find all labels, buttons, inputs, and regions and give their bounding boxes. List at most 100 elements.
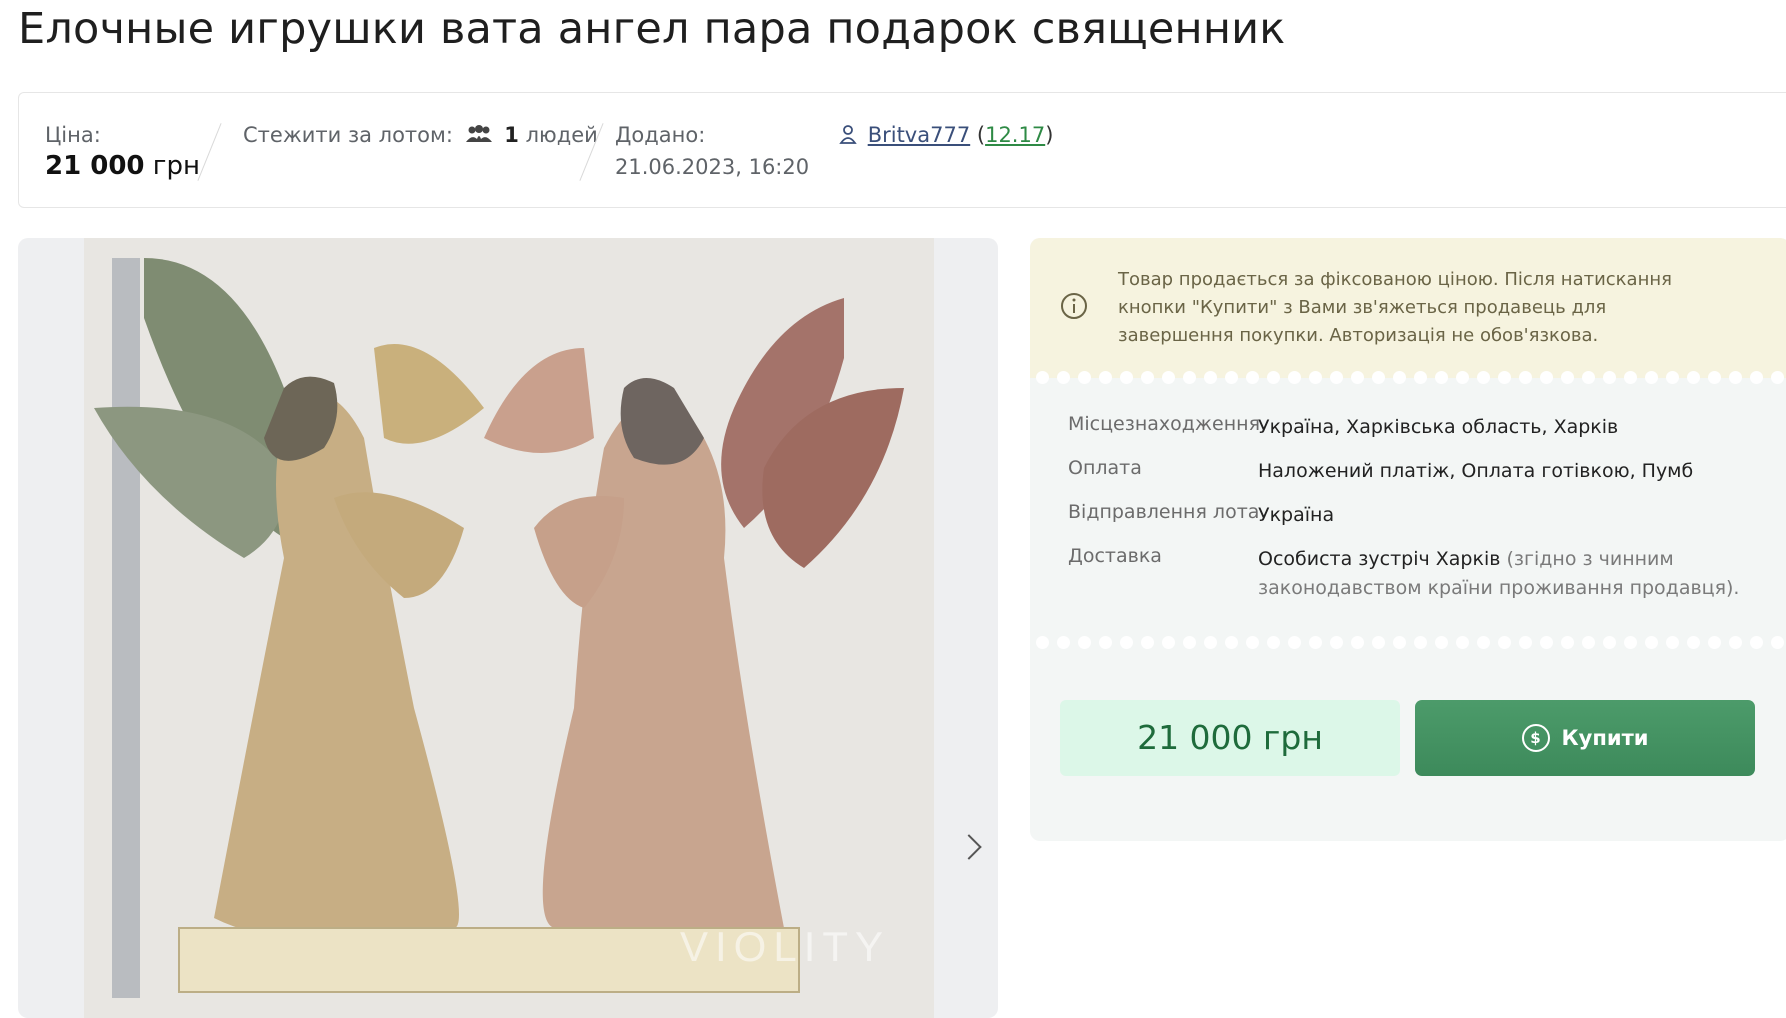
divider-dot bbox=[1498, 636, 1511, 649]
lot-details: Місцезнаходження Україна, Харківська обл… bbox=[1068, 413, 1768, 615]
person-icon bbox=[839, 124, 857, 149]
divider-dot bbox=[1162, 636, 1175, 649]
divider-dot bbox=[1687, 636, 1700, 649]
buy-button[interactable]: $ Купити bbox=[1415, 700, 1755, 776]
info-icon bbox=[1060, 292, 1088, 324]
divider-dot bbox=[1330, 371, 1343, 384]
divider-dot bbox=[1540, 636, 1553, 649]
divider-dot bbox=[1183, 371, 1196, 384]
divider-dot bbox=[1624, 371, 1637, 384]
divider-dot bbox=[1078, 636, 1091, 649]
detail-label: Доставка bbox=[1068, 545, 1162, 567]
watch-label: Стежити за лотом: bbox=[243, 123, 453, 147]
divider-dot bbox=[1393, 636, 1406, 649]
divider-dots bbox=[1030, 636, 1786, 650]
fixed-price-notice: Товар продається за фіксованою ціною. Пі… bbox=[1030, 238, 1786, 378]
divider-dot bbox=[1519, 636, 1532, 649]
divider-dot bbox=[1708, 371, 1721, 384]
divider-dot bbox=[1519, 371, 1532, 384]
divider-dot bbox=[1708, 636, 1721, 649]
watch-unit: людей bbox=[525, 123, 598, 147]
users-icon bbox=[464, 124, 494, 148]
divider-dot bbox=[1330, 636, 1343, 649]
seller-rating-link[interactable]: 12.17 bbox=[985, 123, 1045, 147]
divider-dot bbox=[1729, 371, 1742, 384]
divider-dot bbox=[1351, 371, 1364, 384]
detail-value: Наложений платіж, Оплата готівкою, Пумб bbox=[1258, 460, 1694, 482]
divider-dot bbox=[1750, 371, 1763, 384]
divider-dot bbox=[1540, 371, 1553, 384]
divider-dot bbox=[1771, 636, 1784, 649]
divider-dot bbox=[1246, 636, 1259, 649]
divider-dot bbox=[1288, 636, 1301, 649]
detail-label: Відправлення лота bbox=[1068, 501, 1260, 523]
divider-dot bbox=[1414, 371, 1427, 384]
divider-dot bbox=[1225, 636, 1238, 649]
divider-dot bbox=[1561, 371, 1574, 384]
divider-dot bbox=[1225, 371, 1238, 384]
divider-dot bbox=[1120, 636, 1133, 649]
divider-dot bbox=[1309, 636, 1322, 649]
divider-dot bbox=[1141, 636, 1154, 649]
divider-dot bbox=[1120, 371, 1133, 384]
divider-dot bbox=[1036, 636, 1049, 649]
seller-name-link[interactable]: Britva777 bbox=[868, 123, 971, 147]
detail-row-delivery: Доставка Особиста зустріч Харків (згідно… bbox=[1068, 545, 1768, 615]
divider-dot bbox=[1645, 371, 1658, 384]
seller-info: Britva777 (12.17) bbox=[839, 123, 1053, 149]
divider-dot bbox=[1771, 371, 1784, 384]
detail-value: Особиста зустріч Харків (згідно з чинним… bbox=[1258, 545, 1758, 603]
divider-dot bbox=[1204, 371, 1217, 384]
detail-label: Місцезнаходження bbox=[1068, 413, 1260, 435]
divider-dot bbox=[1057, 371, 1070, 384]
divider-dot bbox=[1729, 636, 1742, 649]
photo-gallery[interactable]: VIOLITY bbox=[18, 238, 998, 1018]
detail-row-payment: Оплата Наложений платіж, Оплата готівкою… bbox=[1068, 457, 1768, 501]
divider bbox=[197, 123, 222, 181]
added-date: 21.06.2023, 16:20 bbox=[615, 155, 810, 179]
divider-dot bbox=[1750, 636, 1763, 649]
divider-dot bbox=[1372, 636, 1385, 649]
detail-value: Україна, Харківська область, Харків bbox=[1258, 416, 1619, 438]
divider-dot bbox=[1267, 636, 1280, 649]
divider-dot bbox=[1645, 636, 1658, 649]
divider-dot bbox=[1603, 636, 1616, 649]
divider-dot bbox=[1561, 636, 1574, 649]
lot-photo[interactable]: VIOLITY bbox=[84, 238, 934, 1018]
divider-dot bbox=[1498, 371, 1511, 384]
divider-dot bbox=[1372, 371, 1385, 384]
divider-dot bbox=[1624, 636, 1637, 649]
dollar-coin-icon: $ bbox=[1521, 724, 1550, 752]
divider-dot bbox=[1393, 371, 1406, 384]
divider-dot bbox=[1036, 371, 1049, 384]
divider-dot bbox=[1582, 636, 1595, 649]
divider-dot bbox=[1099, 636, 1112, 649]
divider-dot bbox=[1666, 636, 1679, 649]
watch-lot[interactable]: Стежити за лотом: 1 людей bbox=[243, 123, 598, 148]
divider-dot bbox=[1435, 371, 1448, 384]
watch-count: 1 bbox=[504, 123, 519, 147]
divider-dot bbox=[1267, 371, 1280, 384]
divider-dot bbox=[1414, 636, 1427, 649]
detail-label: Оплата bbox=[1068, 457, 1142, 479]
chevron-right-icon[interactable] bbox=[956, 834, 982, 860]
divider-dot bbox=[1246, 371, 1259, 384]
divider-dot bbox=[1456, 636, 1469, 649]
purchase-card: Товар продається за фіксованою ціною. Пі… bbox=[1030, 238, 1786, 841]
divider-dot bbox=[1309, 371, 1322, 384]
buy-button-label: Купити bbox=[1561, 726, 1649, 750]
detail-row-shipping: Відправлення лота Україна bbox=[1068, 501, 1768, 545]
divider-dot bbox=[1582, 371, 1595, 384]
added-label: Додано: bbox=[615, 123, 706, 147]
watermark: VIOLITY bbox=[680, 923, 891, 970]
detail-value: Україна bbox=[1258, 504, 1335, 526]
divider-dot bbox=[1078, 371, 1091, 384]
divider-dot bbox=[1456, 371, 1469, 384]
divider-dot bbox=[1057, 636, 1070, 649]
divider-dot bbox=[1288, 371, 1301, 384]
delivery-method: Особиста зустріч Харків bbox=[1258, 548, 1501, 570]
price-summary: 21 000 грн bbox=[45, 151, 200, 181]
price-value: 21 000 bbox=[45, 151, 145, 181]
divider-dot bbox=[1477, 371, 1490, 384]
divider-dot bbox=[1204, 636, 1217, 649]
